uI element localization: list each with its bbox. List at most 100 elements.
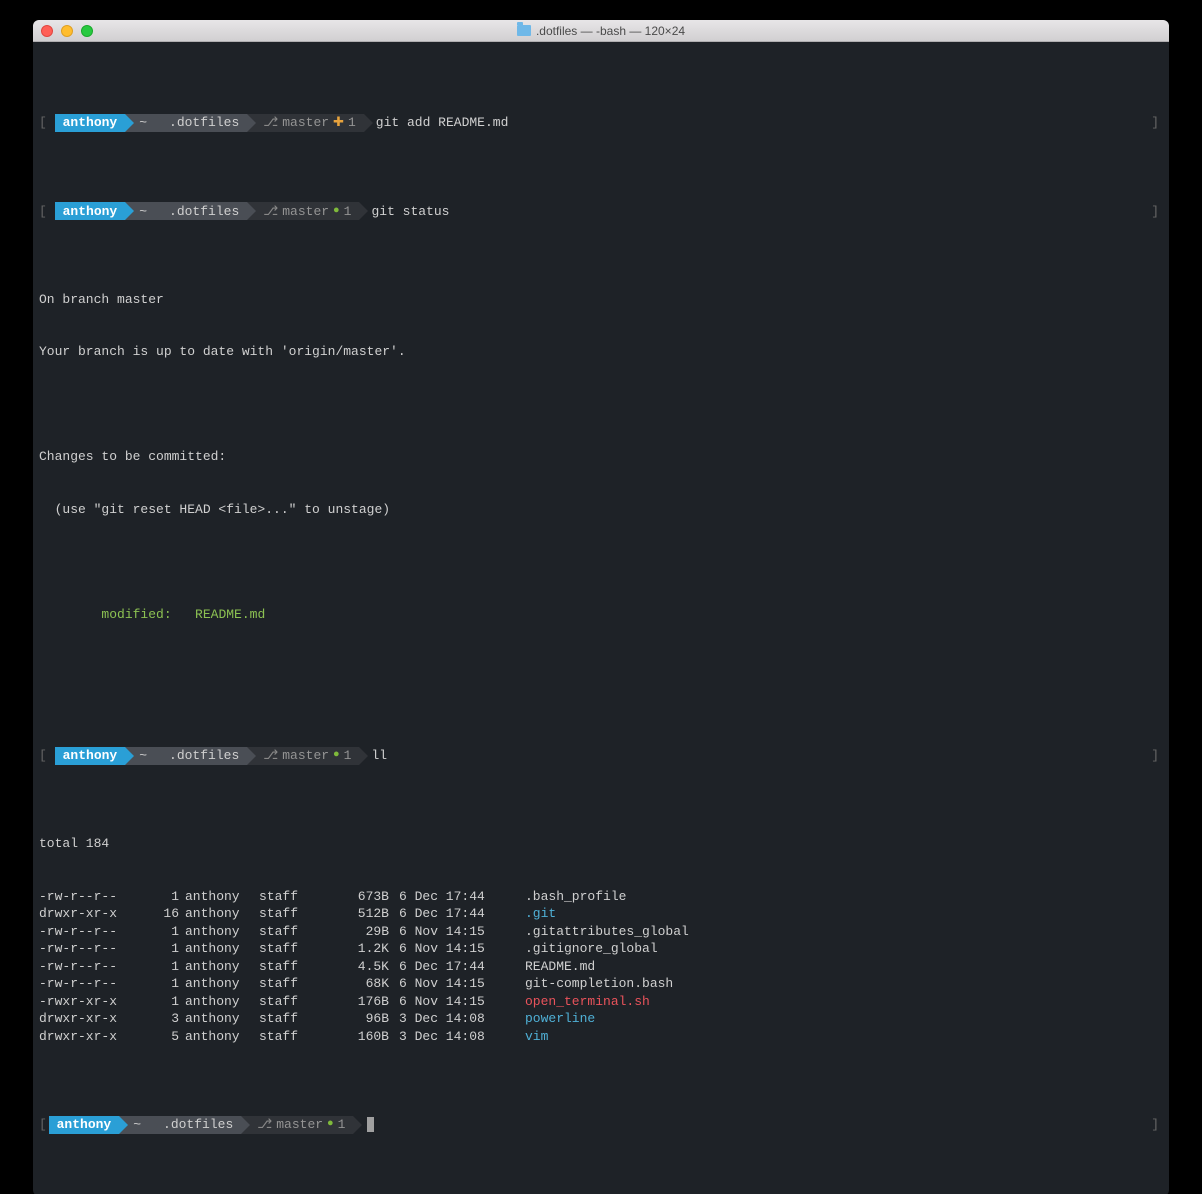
file-links: 3 xyxy=(149,1010,179,1028)
file-size: 96B xyxy=(329,1010,389,1028)
prompt-dir: .dotfiles xyxy=(155,114,247,132)
file-links: 1 xyxy=(149,888,179,906)
bracket-open: [ xyxy=(39,114,55,132)
file-owner: anthony xyxy=(179,940,259,958)
terminal-body[interactable]: [ anthony ~ .dotfiles ⎇ master ✚ 1 git a… xyxy=(33,42,1169,1194)
git-count: 1 xyxy=(344,203,352,221)
file-owner: anthony xyxy=(179,923,259,941)
file-perm: drwxr-xr-x xyxy=(39,905,149,923)
prompt-line: [ anthony ~ .dotfiles ⎇ master ● 1 git s… xyxy=(39,202,1163,220)
maximize-button[interactable] xyxy=(81,25,93,37)
file-name: open_terminal.sh xyxy=(519,993,650,1011)
prompt-branch: ⎇ master ● 1 xyxy=(247,747,359,765)
file-name: git-completion.bash xyxy=(519,975,673,993)
prompt-user: anthony xyxy=(55,114,126,132)
cursor-area[interactable] xyxy=(365,1116,374,1134)
file-links: 1 xyxy=(149,993,179,1011)
file-links: 1 xyxy=(149,958,179,976)
window-title-text: .dotfiles — -bash — 120×24 xyxy=(536,24,685,38)
file-size: 160B xyxy=(329,1028,389,1046)
file-group: staff xyxy=(259,958,329,976)
file-date: 3 Dec 14:08 xyxy=(389,1028,519,1046)
file-owner: anthony xyxy=(179,1028,259,1046)
prompt-user: anthony xyxy=(55,747,126,765)
prompt-branch: ⎇ master ✚ 1 xyxy=(247,114,364,132)
file-links: 1 xyxy=(149,975,179,993)
command-text: git status xyxy=(371,203,449,221)
output-line: total 184 xyxy=(39,835,1163,853)
file-size: 29B xyxy=(329,923,389,941)
list-item: drwxr-xr-x5anthonystaff160B3 Dec 14:08vi… xyxy=(39,1028,1163,1046)
file-group: staff xyxy=(259,1010,329,1028)
file-name: .bash_profile xyxy=(519,888,626,906)
bracket-close: ] xyxy=(1151,747,1163,765)
file-owner: anthony xyxy=(179,975,259,993)
terminal-window: .dotfiles — -bash — 120×24 [ anthony ~ .… xyxy=(33,20,1169,1194)
prompt-line: [ anthony ~ .dotfiles ⎇ master ✚ 1 git a… xyxy=(39,114,1163,132)
file-group: staff xyxy=(259,923,329,941)
bracket-open: [ xyxy=(39,203,55,221)
file-links: 16 xyxy=(149,905,179,923)
prompt-dir: .dotfiles xyxy=(155,202,247,220)
command-text: ll xyxy=(371,747,387,765)
file-name: README.md xyxy=(519,958,595,976)
file-name: .git xyxy=(519,905,556,923)
file-date: 6 Dec 17:44 xyxy=(389,888,519,906)
git-status-dirty-icon: ✚ xyxy=(333,114,344,132)
close-button[interactable] xyxy=(41,25,53,37)
file-perm: -rw-r--r-- xyxy=(39,923,149,941)
branch-name: master xyxy=(276,1116,323,1134)
file-perm: -rw-r--r-- xyxy=(39,975,149,993)
list-item: drwxr-xr-x3anthonystaff96B3 Dec 14:08pow… xyxy=(39,1010,1163,1028)
branch-icon: ⎇ xyxy=(263,203,278,221)
git-count: 1 xyxy=(348,114,356,132)
file-perm: drwxr-xr-x xyxy=(39,1028,149,1046)
branch-name: master xyxy=(282,203,329,221)
traffic-lights xyxy=(33,25,93,37)
output-line: modified: README.md xyxy=(39,606,1163,624)
minimize-button[interactable] xyxy=(61,25,73,37)
file-perm: -rwxr-xr-x xyxy=(39,993,149,1011)
prompt-branch: ⎇ master ● 1 xyxy=(247,202,359,220)
file-links: 5 xyxy=(149,1028,179,1046)
file-links: 1 xyxy=(149,923,179,941)
window-title: .dotfiles — -bash — 120×24 xyxy=(33,24,1169,38)
file-owner: anthony xyxy=(179,958,259,976)
branch-name: master xyxy=(282,747,329,765)
file-owner: anthony xyxy=(179,905,259,923)
output-line: Changes to be committed: xyxy=(39,448,1163,466)
branch-name: master xyxy=(282,114,329,132)
file-group: staff xyxy=(259,975,329,993)
output-line xyxy=(39,659,1163,677)
prompt-branch: ⎇ master ● 1 xyxy=(241,1116,353,1134)
file-links: 1 xyxy=(149,940,179,958)
git-status-staged-icon: ● xyxy=(327,1117,334,1132)
output-line xyxy=(39,554,1163,572)
file-owner: anthony xyxy=(179,1010,259,1028)
list-item: -rw-r--r--1anthonystaff68K6 Nov 14:15git… xyxy=(39,975,1163,993)
file-size: 1.2K xyxy=(329,940,389,958)
prompt-line: [ anthony ~ .dotfiles ⎇ master ● 1 ll ] xyxy=(39,747,1163,765)
output-line: Your branch is up to date with 'origin/m… xyxy=(39,343,1163,361)
git-status-staged-icon: ● xyxy=(333,204,340,219)
output-line: On branch master xyxy=(39,291,1163,309)
bracket-close: ] xyxy=(1151,114,1163,132)
output-line xyxy=(39,396,1163,414)
git-status-staged-icon: ● xyxy=(333,748,340,763)
list-item: drwxr-xr-x16anthonystaff512B6 Dec 17:44.… xyxy=(39,905,1163,923)
prompt-user: anthony xyxy=(55,202,126,220)
file-listing: -rw-r--r--1anthonystaff673B6 Dec 17:44.b… xyxy=(39,888,1163,1046)
cursor xyxy=(367,1117,374,1132)
prompt-user: anthony xyxy=(49,1116,120,1134)
modified-label: modified: xyxy=(101,607,171,622)
output-line: (use "git reset HEAD <file>..." to unsta… xyxy=(39,501,1163,519)
list-item: -rw-r--r--1anthonystaff1.2K6 Nov 14:15.g… xyxy=(39,940,1163,958)
file-date: 6 Nov 14:15 xyxy=(389,923,519,941)
command-text: git add README.md xyxy=(376,114,509,132)
file-owner: anthony xyxy=(179,993,259,1011)
bracket-open: [ xyxy=(39,747,55,765)
file-size: 176B xyxy=(329,993,389,1011)
titlebar: .dotfiles — -bash — 120×24 xyxy=(33,20,1169,42)
file-date: 3 Dec 14:08 xyxy=(389,1010,519,1028)
file-date: 6 Nov 14:15 xyxy=(389,940,519,958)
